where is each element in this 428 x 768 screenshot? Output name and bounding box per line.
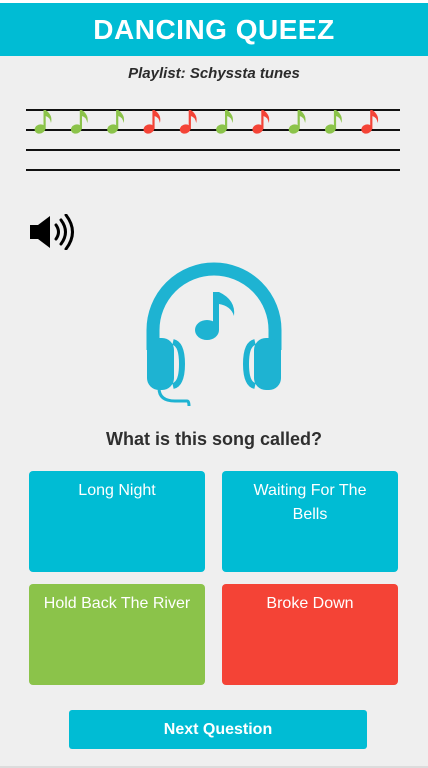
score-staff (26, 109, 400, 171)
score-note-icon (143, 110, 161, 134)
next-question-label: Next Question (163, 720, 273, 738)
question-text: What is this song called? (105, 429, 323, 449)
answer-label: Hold Back The River (43, 595, 191, 612)
answer-label: Waiting For The Bells (253, 482, 367, 523)
score-note-icon (288, 110, 306, 134)
answer-button[interactable]: Long Night (29, 471, 205, 572)
score-note-icon (361, 110, 379, 134)
score-note-icon (179, 110, 197, 134)
score-note-icon (325, 110, 342, 134)
playlist-label: Playlist: Schyssta tunes (128, 65, 300, 82)
score-note-icon (34, 110, 52, 134)
answer-button[interactable]: Waiting For The Bells (222, 471, 398, 572)
score-note-icon (216, 110, 233, 134)
score-note-icon (107, 110, 125, 134)
answer-label: Long Night (78, 482, 156, 499)
app-title: DANCING QUEEZ (93, 13, 335, 45)
next-question-button[interactable]: Next Question (69, 710, 367, 749)
answer-button[interactable]: Broke Down (222, 584, 398, 685)
app-header: DANCING QUEEZ (0, 3, 428, 56)
score-note-icon (70, 110, 88, 134)
headphones-music-icon (146, 262, 282, 407)
score-note-icon (252, 110, 270, 134)
speaker-icon[interactable] (28, 214, 78, 250)
answer-button[interactable]: Hold Back The River (29, 584, 205, 685)
answer-label: Broke Down (266, 595, 354, 612)
